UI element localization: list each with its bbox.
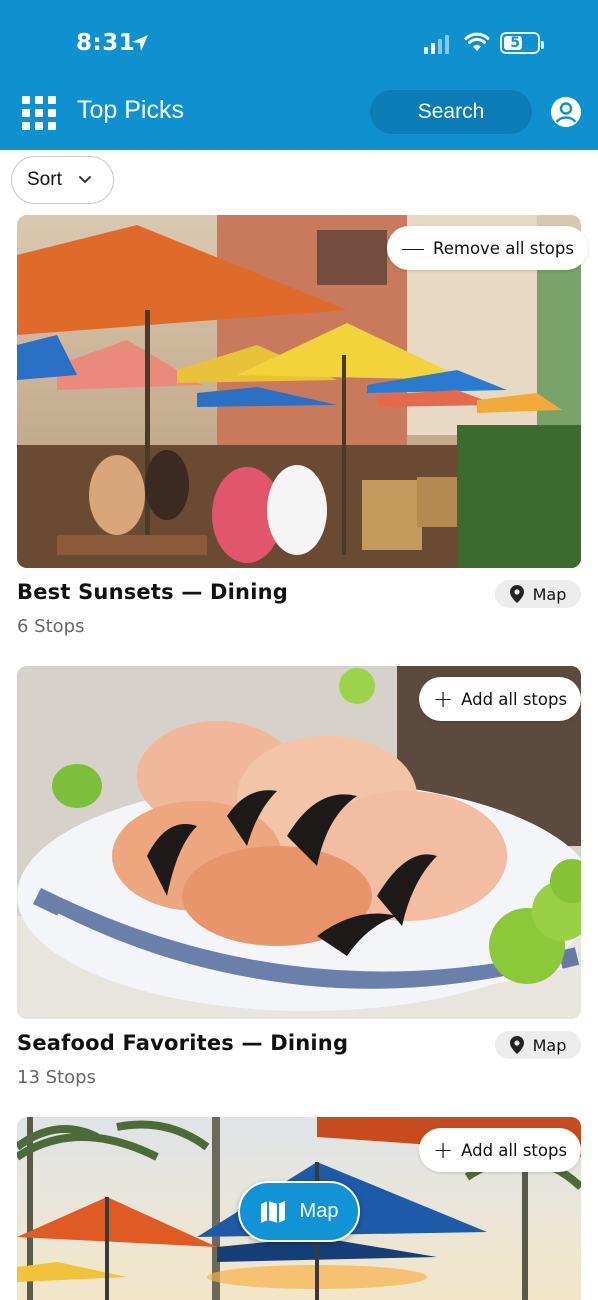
- card-title[interactable]: Best Sunsets — Dining: [17, 580, 288, 604]
- stops-count: 6 Stops: [17, 616, 85, 637]
- grid-menu-icon[interactable]: [22, 96, 56, 130]
- remove-all-stops-label: Remove all stops: [433, 238, 574, 258]
- floating-map-button[interactable]: Map: [238, 1181, 360, 1242]
- status-time: 8:31: [76, 30, 136, 56]
- plus-icon: +: [433, 1136, 454, 1164]
- page-title: Top Picks: [77, 96, 184, 124]
- battery-icon: 51: [500, 32, 544, 54]
- search-button[interactable]: Search: [370, 90, 532, 134]
- wifi-icon: [464, 32, 490, 51]
- map-pin-icon: [509, 585, 524, 603]
- remove-all-stops-button[interactable]: — Remove all stops: [387, 226, 588, 270]
- plus-icon: +: [433, 685, 454, 713]
- profile-icon[interactable]: [550, 96, 582, 128]
- location-arrow-icon: [132, 35, 148, 51]
- map-label: Map: [532, 1035, 567, 1055]
- floating-map-label: Map: [299, 1200, 339, 1222]
- add-all-stops-button[interactable]: + Add all stops: [419, 1128, 582, 1172]
- app-header: 8:31 51 Top Picks Search: [0, 0, 598, 150]
- map-pin-icon: [509, 1036, 524, 1054]
- card-title[interactable]: Seafood Favorites — Dining: [17, 1031, 348, 1055]
- map-icon: [260, 1200, 285, 1223]
- signal-icon: [424, 34, 449, 54]
- map-label: Map: [532, 584, 567, 604]
- chevron-down-icon: [78, 176, 91, 184]
- sort-button[interactable]: Sort: [11, 156, 114, 204]
- add-all-stops-label: Add all stops: [461, 1140, 568, 1160]
- add-all-stops-label: Add all stops: [461, 689, 568, 709]
- battery-level: 51: [510, 35, 530, 51]
- sort-label: Sort: [27, 169, 62, 190]
- map-button[interactable]: Map: [495, 1031, 581, 1059]
- map-button[interactable]: Map: [495, 580, 581, 608]
- minus-icon: —: [401, 234, 425, 262]
- stops-count: 13 Stops: [17, 1067, 96, 1088]
- add-all-stops-button[interactable]: + Add all stops: [419, 677, 582, 721]
